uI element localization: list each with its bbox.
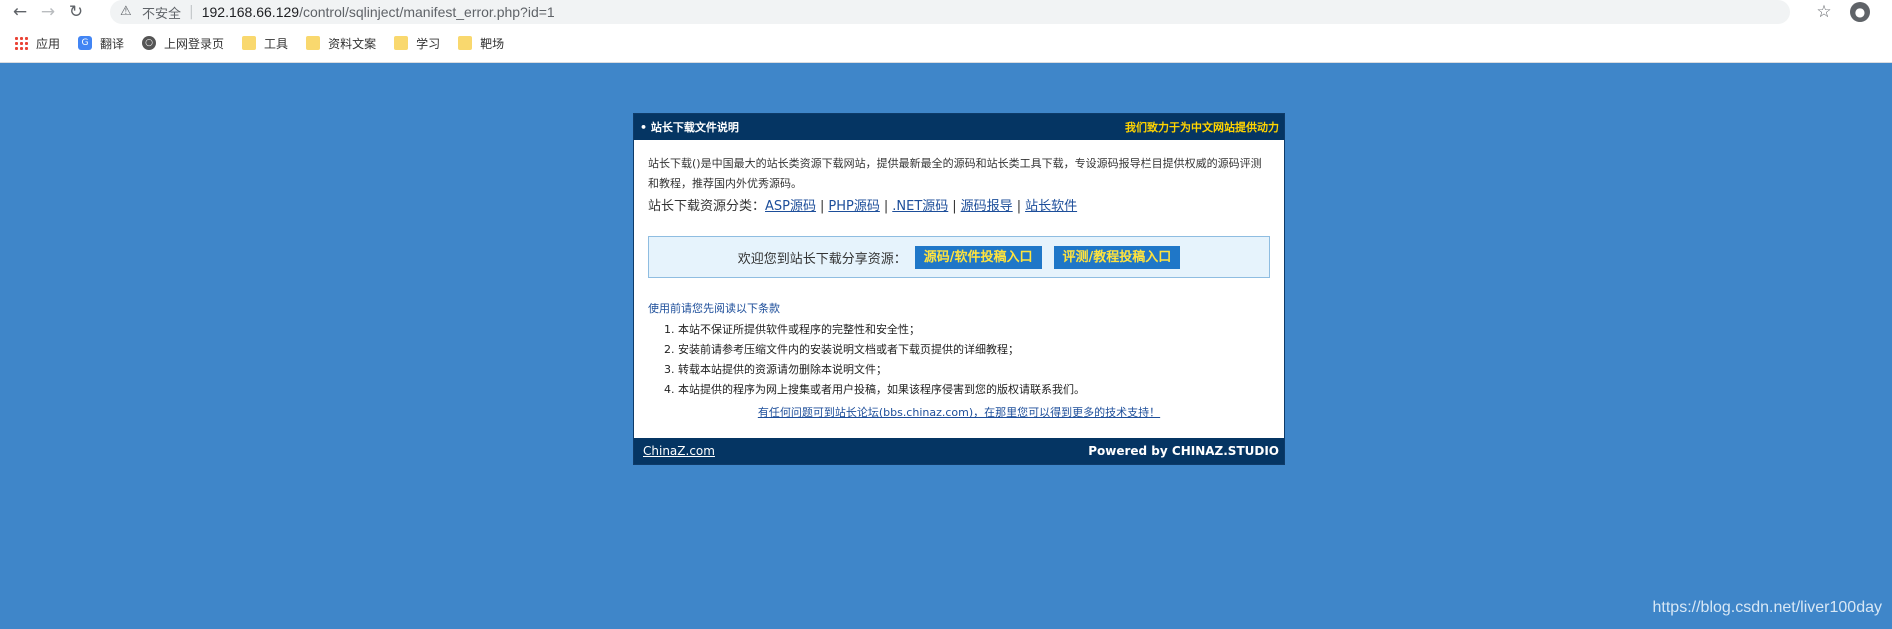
intro-text: 站长下载()是中国最大的站长类资源下载网站，提供最新最全的源码和站长类工具下载，… bbox=[648, 157, 1262, 190]
submit-source-button[interactable]: 源码/软件投稿入口 bbox=[914, 245, 1042, 269]
forward-arrow-icon[interactable]: → bbox=[34, 0, 62, 24]
powered-by-text: Powered by CHINAZ.STUDIO bbox=[1088, 444, 1279, 458]
category-separator: | bbox=[1016, 199, 1022, 214]
category-link-asp[interactable]: ASP源码 bbox=[765, 199, 816, 214]
bookmark-label: 学习 bbox=[416, 36, 441, 51]
terms-title: 使用前请您先阅读以下条款 bbox=[648, 302, 780, 315]
bookmark-login-page[interactable]: ○ 上网登录页 bbox=[142, 35, 224, 52]
folder-icon bbox=[306, 36, 321, 50]
panel-title: • 站长下载文件说明 bbox=[640, 121, 739, 134]
url-text[interactable]: 192.168.66.129/control/sqlinject/manifes… bbox=[202, 4, 555, 20]
bookmark-label: 资料文案 bbox=[328, 36, 377, 51]
terms-item: 本站不保证所提供软件或程序的完整性和安全性； bbox=[678, 320, 1284, 340]
category-link-dotnet[interactable]: .NET源码 bbox=[892, 199, 948, 214]
share-label: 欢迎您到站长下载分享资源： bbox=[737, 251, 907, 267]
forum-link[interactable]: 有任何问题可到站长论坛(bbs.chinaz.com)，在那里您可以得到更多的技… bbox=[758, 406, 1160, 419]
reload-icon[interactable]: ↻ bbox=[62, 0, 90, 24]
folder-icon bbox=[394, 36, 409, 50]
category-separator: | bbox=[952, 199, 957, 214]
terms-item: 转载本站提供的资源请勿删除本说明文件； bbox=[678, 360, 1284, 380]
category-link-software[interactable]: 站长软件 bbox=[1025, 199, 1077, 214]
terms-item: 本站提供的程序为网上搜集或者用户投稿，如果该程序侵害到您的版权请联系我们。 bbox=[678, 380, 1284, 400]
bookmark-label: 上网登录页 bbox=[164, 36, 225, 51]
download-notice-panel: • 站长下载文件说明 我们致力于为中文网站提供动力 站长下载()是中国最大的站长… bbox=[633, 113, 1285, 465]
url-host: 192.168.66.129 bbox=[201, 4, 300, 20]
bookmark-study[interactable]: 学习 bbox=[394, 35, 440, 52]
bookmark-tools[interactable]: 工具 bbox=[242, 35, 288, 52]
bookmark-star-icon[interactable]: ☆ bbox=[1812, 0, 1836, 24]
category-line: 站长下载资源分类：ASP源码 | PHP源码 | .NET源码 | 源码报导 | 站长软件 bbox=[634, 194, 1284, 218]
category-link-report[interactable]: 源码报导 bbox=[961, 199, 1013, 214]
bookmark-label: 应用 bbox=[36, 36, 61, 51]
category-separator: | bbox=[883, 199, 889, 214]
profile-avatar-icon[interactable]: ● bbox=[1850, 2, 1870, 22]
category-link-php[interactable]: PHP源码 bbox=[828, 199, 879, 214]
folder-icon bbox=[242, 36, 257, 50]
terms-item: 安装前请参考压缩文件内的安装说明文档或者下载页提供的详细教程； bbox=[678, 340, 1284, 360]
apps-icon bbox=[14, 36, 28, 50]
bookmark-label: 靶场 bbox=[480, 36, 505, 51]
chinaz-link[interactable]: ChinaZ.com bbox=[643, 444, 715, 458]
bookmark-materials[interactable]: 资料文案 bbox=[306, 35, 376, 52]
share-box: 欢迎您到站长下载分享资源： 源码/软件投稿入口 评测/教程投稿入口 bbox=[648, 236, 1270, 278]
bookmark-translate[interactable]: G 翻译 bbox=[78, 35, 124, 52]
category-separator: | bbox=[820, 199, 825, 214]
browser-toolbar: ← → ↻ ⚠ 不安全 | 192.168.66.129/control/sql… bbox=[0, 0, 1892, 24]
globe-icon: ○ bbox=[142, 36, 157, 50]
folder-icon bbox=[458, 36, 473, 50]
bookmark-range[interactable]: 靶场 bbox=[458, 35, 504, 52]
address-bar[interactable]: ⚠ 不安全 | 192.168.66.129/control/sqlinject… bbox=[110, 0, 1790, 24]
url-path: /control/sqlinject/manifest_error.php?id… bbox=[299, 4, 555, 20]
panel-header: • 站长下载文件说明 我们致力于为中文网站提供动力 bbox=[634, 114, 1284, 140]
bookmark-label: 工具 bbox=[264, 36, 289, 51]
category-label: 站长下载资源分类： bbox=[648, 199, 766, 214]
translate-icon: G bbox=[78, 36, 93, 50]
address-separator: | bbox=[189, 4, 194, 20]
panel-slogan: 我们致力于为中文网站提供动力 bbox=[1125, 121, 1279, 134]
panel-footer: ChinaZ.com Powered by CHINAZ.STUDIO bbox=[634, 438, 1284, 464]
back-arrow-icon[interactable]: ← bbox=[6, 0, 34, 24]
terms-list: 本站不保证所提供软件或程序的完整性和安全性； 安装前请参考压缩文件内的安装说明文… bbox=[634, 320, 1284, 400]
bookmark-label: 翻译 bbox=[100, 36, 125, 51]
insecure-label: 不安全 bbox=[142, 6, 182, 22]
warning-triangle-icon: ⚠ bbox=[120, 4, 132, 19]
bookmarks-bar: 应用 G 翻译 ○ 上网登录页 工具 资料文案 学习 靶场 bbox=[0, 24, 1892, 63]
watermark-text: https://blog.csdn.net/liver100day bbox=[1652, 599, 1882, 616]
forum-line: 有任何问题可到站长论坛(bbs.chinaz.com)，在那里您可以得到更多的技… bbox=[634, 404, 1284, 420]
bookmark-apps[interactable]: 应用 bbox=[14, 35, 60, 52]
submit-tutorial-button[interactable]: 评测/教程投稿入口 bbox=[1053, 245, 1181, 269]
